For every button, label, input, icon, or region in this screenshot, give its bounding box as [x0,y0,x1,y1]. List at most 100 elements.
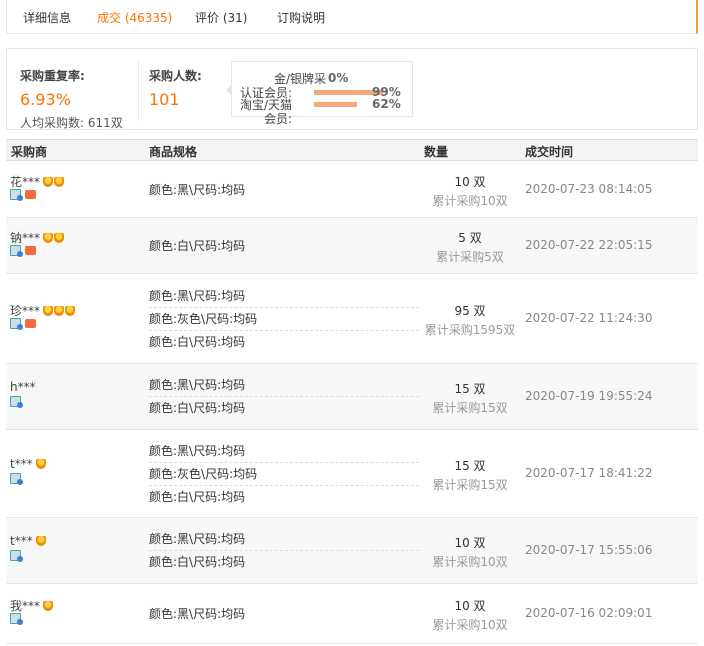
spec-line: 颜色:黑\尺码:均码 [149,440,419,463]
cumulative-quantity: 累计采购15双 [432,401,508,415]
verified-member-icon [10,189,23,201]
transaction-time: 2020-07-19 19:55:24 [525,389,653,403]
purchase-summary: 采购重复率: 6.93% 人均采购数: 611双 采购人数: 101 金/银牌采… [6,48,698,130]
table-row: 花*** 颜色:黑\尺码:均码 10 双累计采购10双 2020-07-23 08:1… [6,162,698,218]
medal-icon [35,459,46,469]
medal-icon [43,306,54,316]
medal-badges [43,176,65,190]
tab-transactions[interactable]: 成交 (46335) [97,9,172,26]
quantity-value: 95 双 [454,304,486,318]
dist-row-member: 会员: [232,110,414,126]
spec-line: 颜色:黑\尺码:均码 [149,606,246,621]
quantity-cell: 15 双累计采购15双 [420,457,520,493]
repeat-rate-label: 采购重复率: [20,69,85,83]
medal-icon [54,306,65,316]
dist-pct: 62% [372,97,401,111]
tab-order-notes[interactable]: 订购说明 [277,9,325,26]
spec-line: 颜色:白\尺码:均码 [149,238,246,253]
transaction-time: 2020-07-23 08:14:05 [525,182,653,196]
buyer-icons [10,396,23,410]
buyer-count-stat: 采购人数: 101 [149,67,202,109]
medal-badges [43,232,65,246]
medal-badges [43,600,54,614]
transaction-time: 2020-07-17 18:41:22 [525,466,653,480]
buyer-cell: 我*** [10,597,54,614]
transaction-time: 2020-07-22 11:24:30 [525,311,653,325]
spec-line: 颜色:白\尺码:均码 [149,489,246,504]
verified-member-icon [10,318,23,330]
cumulative-quantity: 累计采购5双 [436,250,504,264]
buyer-name[interactable]: t*** [10,534,33,548]
table-row: h*** 颜色:黑\尺码:均码 颜色:白\尺码:均码 15 双累计采购15双 2020-… [6,364,698,430]
medal-badges [35,535,47,549]
quantity-cell: 95 双累计采购1595双 [420,302,520,338]
medal-icon [54,177,65,187]
buyer-distribution-popup: 金/银牌采 0% 认证会员: 99% 淘宝/天猫 62% 会员: [226,61,413,126]
repeat-rate-value: 6.93% [20,90,71,109]
avg-purchase-label: 人均采购数: 611双 [20,116,123,130]
spec-cell: 颜色:黑\尺码:均码颜色:白\尺码:均码 [149,374,419,420]
tab-reviews[interactable]: 评价 (31) [195,9,247,26]
buyer-cell: t*** [10,457,47,472]
buyer-icons [10,613,23,627]
dist-bar [314,102,357,107]
buyer-icons [10,473,23,487]
table-row: 珍*** 颜色:黑\尺码:均码 颜色:灰色\尺码:均码 颜色:白\尺码:均码 95 双累… [6,274,698,364]
medal-badges [43,305,76,319]
buyer-name[interactable]: t*** [10,457,33,471]
buyer-name[interactable]: 钠*** [10,231,40,245]
transaction-time: 2020-07-17 15:55:06 [525,543,653,557]
buyer-cell: t*** [10,534,47,549]
buyer-cell: h*** [10,380,36,394]
spec-cell: 颜色:黑\尺码:均码 [149,603,419,626]
verified-member-icon [10,550,23,562]
spec-line: 颜色:黑\尺码:均码 [149,182,246,197]
buyer-icons [10,318,36,332]
table-header: 采购商 商品规格 数量 成交时间 [6,139,698,161]
taobao-tag-icon [25,246,36,255]
quantity-cell: 10 双累计采购10双 [420,173,520,209]
spec-line: 颜色:白\尺码:均码 [149,401,246,415]
transaction-time: 2020-07-22 22:05:15 [525,238,653,252]
quantity-value: 15 双 [454,459,486,473]
cumulative-quantity: 累计采购10双 [432,194,508,208]
buyer-name[interactable]: h*** [10,380,36,394]
header-spec: 商品规格 [149,145,198,159]
medal-icon [65,306,76,316]
buyer-count-label: 采购人数: [149,69,202,83]
taobao-tag-icon [25,190,36,199]
medal-icon [43,177,54,187]
buyer-cell: 花*** [10,173,65,190]
tab-details[interactable]: 详细信息 [23,9,71,26]
dist-pct: 0% [328,71,349,85]
cumulative-quantity: 累计采购10双 [432,618,508,632]
table-row: t*** 颜色:黑\尺码:均码 颜色:灰色\尺码:均码颜色:白\尺码:均码 15 双累… [6,430,698,518]
buyer-cell: 钠*** [10,229,65,246]
transaction-time: 2020-07-16 02:09:01 [525,606,653,620]
verified-member-icon [10,473,23,485]
divider [138,61,139,121]
cumulative-quantity: 累计采购10双 [432,555,508,569]
verified-member-icon [10,396,23,408]
taobao-tag-icon [25,319,36,328]
spec-line: 颜色:灰色\尺码:均码 [149,463,419,486]
table-row: 钠*** 颜色:白\尺码:均码 5 双累计采购5双 2020-07-22 22:05:… [6,218,698,274]
header-qty: 数量 [424,145,449,159]
quantity-cell: 10 双累计采购10双 [420,534,520,570]
medal-icon [43,601,54,611]
buyer-icons [10,550,23,564]
spec-line: 颜色:黑\尺码:均码 [149,374,419,397]
header-time: 成交时间 [525,145,574,159]
spec-cell: 颜色:黑\尺码:均码 颜色:灰色\尺码:均码 颜色:白\尺码:均码 [149,285,419,354]
tab-bar: 详细信息 成交 (46335) 评价 (31) 订购说明 [6,0,698,34]
buyer-name[interactable]: 花*** [10,175,40,189]
spec-cell: 颜色:白\尺码:均码 [149,235,419,258]
buyer-count-value: 101 [149,90,180,109]
buyer-cell: 珍*** [10,302,76,319]
medal-icon [43,233,54,243]
cumulative-quantity: 累计采购1595双 [424,323,516,337]
buyer-name[interactable]: 珍*** [10,304,40,318]
verified-member-icon [10,613,23,625]
table-row: 我*** 颜色:黑\尺码:均码 10 双累计采购10双 2020-07-16 02:0… [6,584,698,644]
buyer-name[interactable]: 我*** [10,599,40,613]
